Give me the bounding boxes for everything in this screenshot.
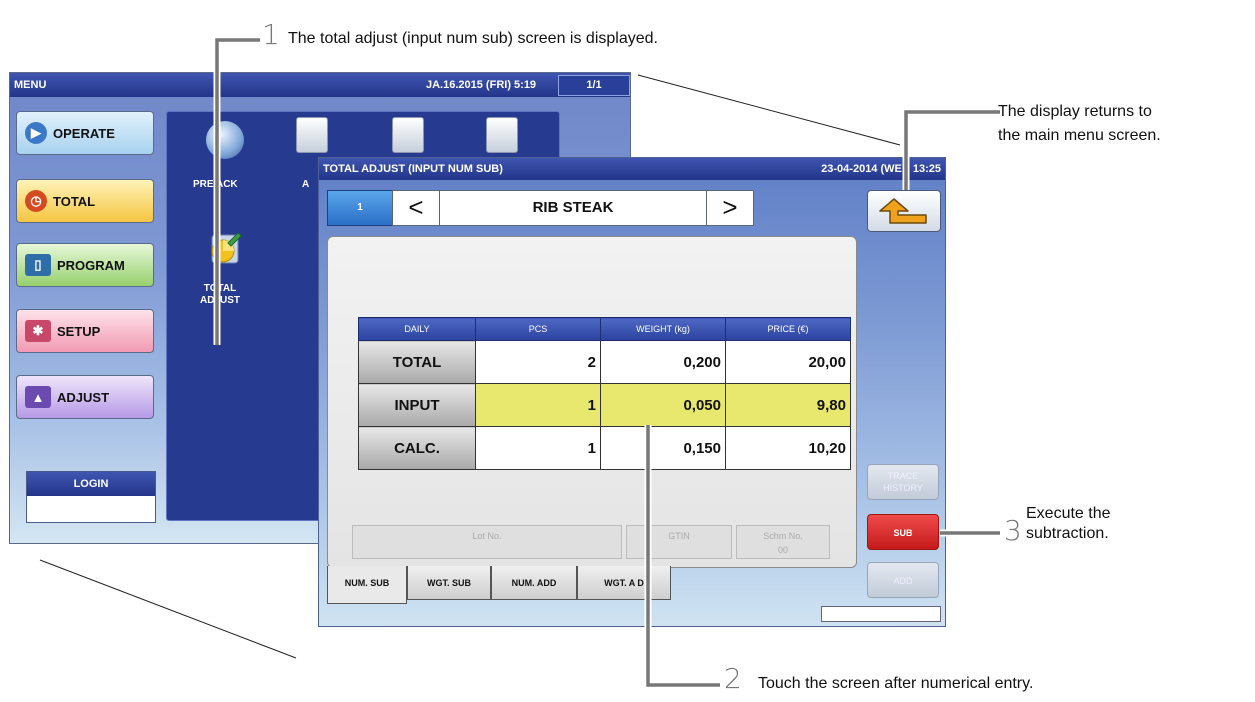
input-price-field[interactable]: 9,80 [725, 383, 851, 427]
row-label-input[interactable]: INPUT [358, 383, 476, 427]
lot-number-field: Lot No. [352, 525, 622, 559]
header-price: PRICE (€) [725, 317, 851, 341]
calc-weight: 0,150 [600, 426, 726, 470]
add-button[interactable]: ADD [867, 562, 939, 598]
program-button[interactable]: ▯ PROGRAM [16, 243, 154, 287]
table-row-calc: CALC. 1 0,150 10,20 [358, 426, 851, 470]
total-adjust-icon[interactable] [208, 229, 242, 265]
totals-table: DAILY PCS WEIGHT (kg) PRICE (€) TOTAL 2 … [358, 317, 851, 470]
total-weight: 0,200 [600, 340, 726, 384]
document-icon[interactable] [392, 117, 424, 153]
status-box [821, 606, 941, 622]
row-label-calc: CALC. [358, 426, 476, 470]
step-3-number: 3 [1004, 514, 1022, 547]
play-icon: ▶ [25, 122, 47, 144]
input-pcs-field[interactable]: 1 [475, 383, 601, 427]
input-weight-field[interactable]: 0,050 [600, 383, 726, 427]
login-label: LOGIN [27, 472, 155, 496]
total-button[interactable]: ◷ TOTAL [16, 179, 154, 223]
step-2-text: Touch the screen after numerical entry. [758, 675, 1034, 692]
book-icon: ▯ [25, 254, 51, 276]
total-label: TOTAL [53, 193, 96, 209]
prepack-label: PRE ACK [193, 179, 238, 190]
a-label: A [302, 179, 310, 190]
calc-price: 10,20 [725, 426, 851, 470]
calc-pcs: 1 [475, 426, 601, 470]
header-weight: WEIGHT (kg) [600, 317, 726, 341]
screen-datetime: 23-04-2014 (WED 13:25 [821, 163, 941, 175]
row-label-total: TOTAL [358, 340, 476, 384]
step-3-text: Execute the subtraction. [1026, 505, 1111, 542]
total-pcs: 2 [475, 340, 601, 384]
total-adjust-label: TOTAL ADJUST [200, 283, 241, 306]
clock-icon: ◷ [25, 190, 47, 212]
table-row-input: INPUT 1 0,050 9,80 [358, 383, 851, 427]
tab-num-add[interactable]: NUM. ADD [491, 566, 577, 600]
document-icon[interactable] [296, 117, 328, 153]
tab-wgt-sub[interactable]: WGT. SUB [407, 566, 491, 600]
total-adjust-screen: TOTAL ADJUST (INPUT NUM SUB) 23-04-2014 … [318, 157, 946, 627]
program-label: PROGRAM [57, 257, 125, 273]
login-box[interactable]: LOGIN [26, 471, 156, 523]
setup-button[interactable]: ✱ SETUP [16, 309, 154, 353]
totals-panel: DAILY PCS WEIGHT (kg) PRICE (€) TOTAL 2 … [327, 236, 857, 568]
return-annotation-text: The display returns to the main menu scr… [998, 103, 1161, 144]
tab-num-sub[interactable]: NUM. SUB [327, 566, 407, 604]
tab-wgt-add[interactable]: WGT. A D [577, 566, 671, 600]
screen-title: TOTAL ADJUST (INPUT NUM SUB) [323, 163, 503, 175]
gtin-field: GTIN [626, 525, 732, 559]
menu-page-indicator: 1/1 [558, 75, 630, 96]
step-1-text: The total adjust (input num sub) screen … [288, 30, 658, 47]
previous-item-button[interactable]: < [392, 190, 440, 226]
sub-button[interactable]: SUB [867, 514, 939, 550]
adjust-label: ADJUST [57, 389, 110, 405]
item-name: RIB STEAK [439, 190, 707, 226]
trace-history-button[interactable]: TRACE HISTORY [867, 464, 939, 500]
step-1-number: 1 [262, 18, 280, 51]
adjust-button[interactable]: ▲ ADJUST [16, 375, 154, 419]
wrench-icon: ✱ [25, 320, 51, 342]
total-price: 20,00 [725, 340, 851, 384]
table-row-total: TOTAL 2 0,200 20,00 [358, 340, 851, 384]
operate-label: OPERATE [53, 125, 115, 141]
table-header-row: DAILY PCS WEIGHT (kg) PRICE (€) [358, 317, 851, 341]
return-arrow-icon [879, 198, 927, 224]
plu-number: 1 [327, 190, 393, 226]
operate-button[interactable]: ▶ OPERATE [16, 111, 154, 155]
scale-icon: ▲ [25, 386, 51, 408]
setup-label: SETUP [57, 323, 101, 339]
trace-info-row: Lot No. GTIN Schm No. 00 [352, 525, 830, 559]
header-daily: DAILY [358, 317, 476, 341]
header-pcs: PCS [475, 317, 601, 341]
total-adjust-titlebar: TOTAL ADJUST (INPUT NUM SUB) 23-04-2014 … [319, 158, 945, 180]
menu-datetime: JA.16.2015 (FRI) 5:19 [426, 79, 537, 91]
return-button[interactable] [867, 190, 941, 232]
menu-title: MENU [14, 79, 47, 91]
prepack-icon[interactable] [206, 121, 244, 159]
scheme-number-field: Schm No. 00 [736, 525, 830, 559]
step-2-number: 2 [724, 662, 742, 695]
document-icon[interactable] [486, 117, 518, 153]
next-item-button[interactable]: > [706, 190, 754, 226]
menu-titlebar: MENU JA.16.2015 (FRI) 5:19 [10, 73, 630, 97]
